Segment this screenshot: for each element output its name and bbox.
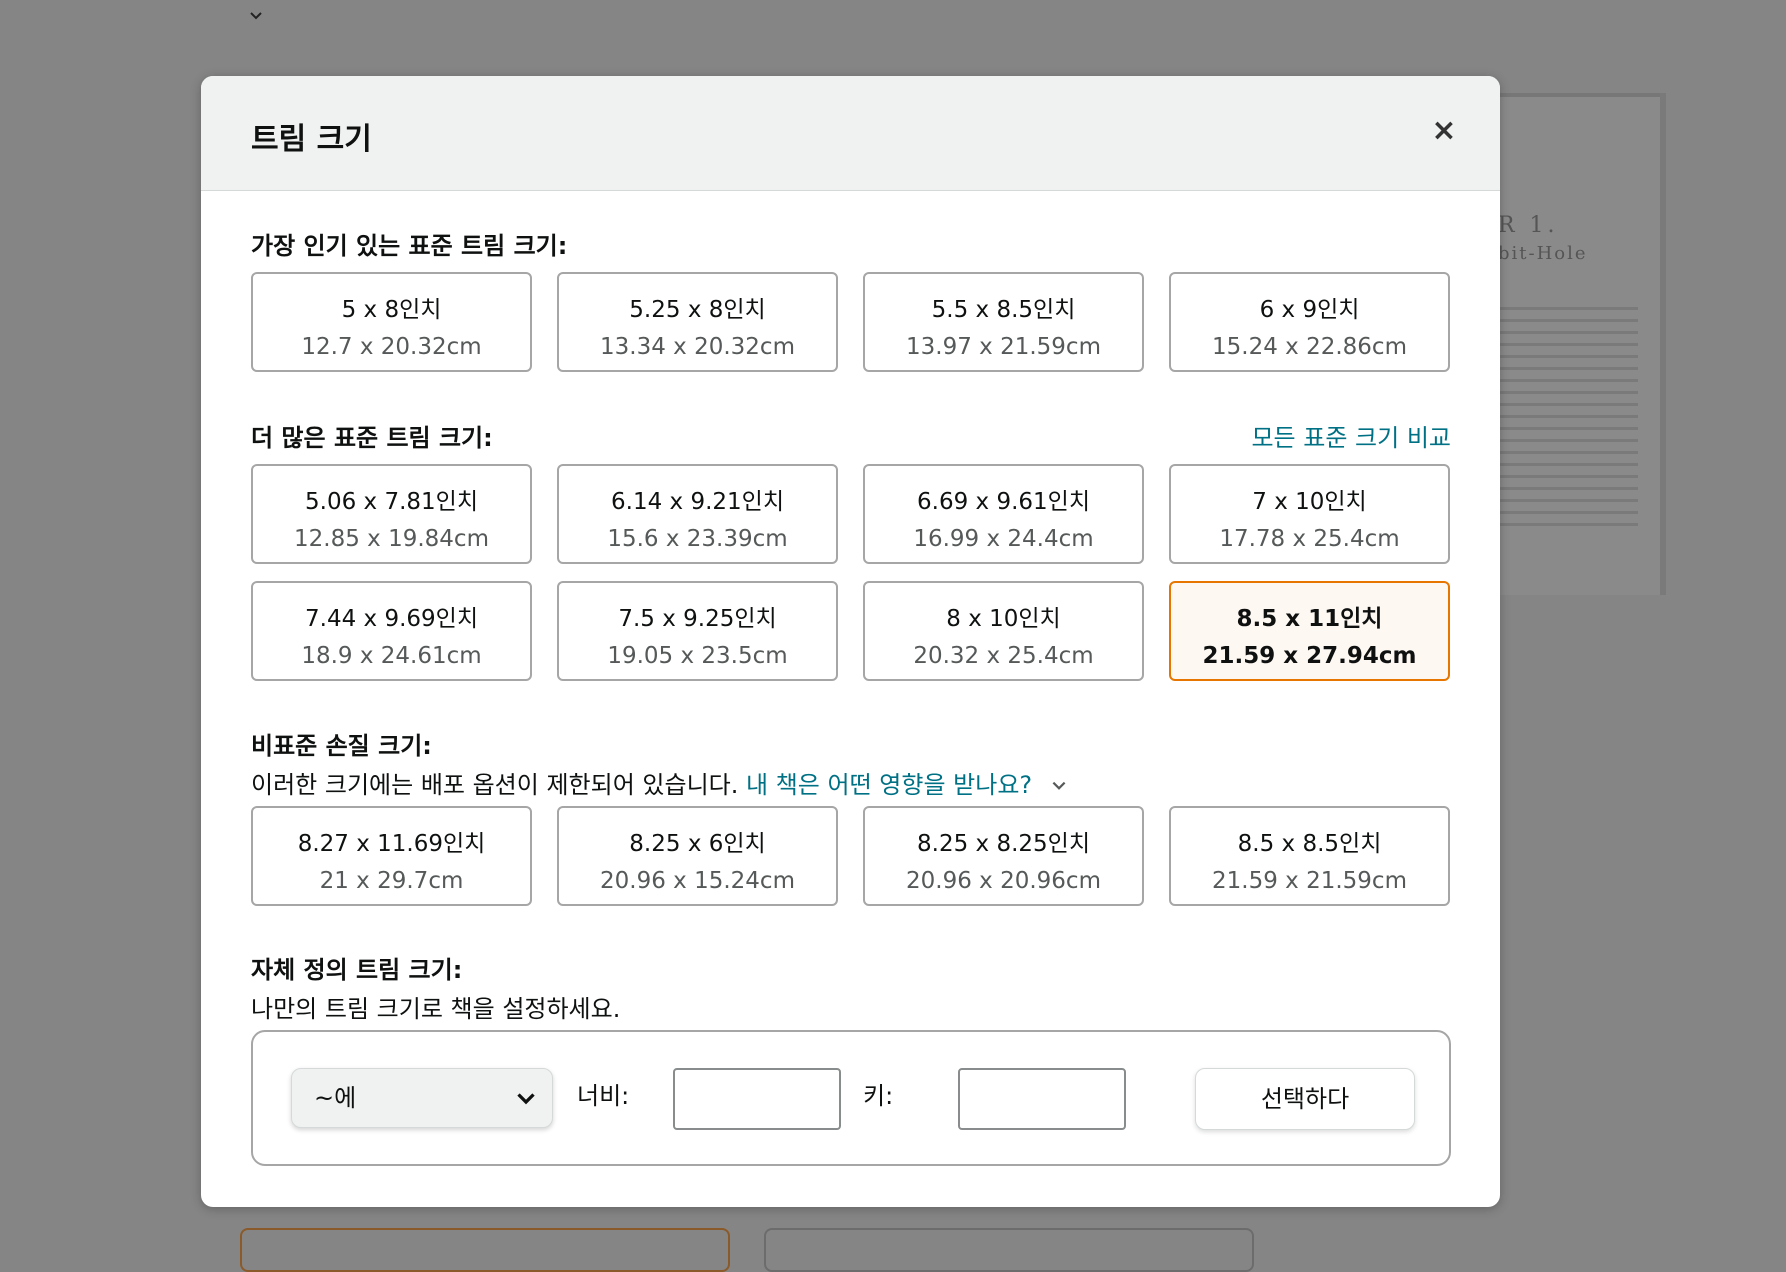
popular-grid: 5 x 8인치 12.7 x 20.32cm 5.25 x 8인치 13.34 x … (251, 272, 1450, 372)
size-cm: 15.24 x 22.86cm (1212, 334, 1407, 360)
book-text-lines (1498, 298, 1638, 535)
size-inches: 6.14 x 9.21인치 (611, 489, 784, 515)
popular-title: 가장 인기 있는 표준 트림 크기: (251, 232, 568, 260)
size-cm: 12.85 x 19.84cm (294, 526, 489, 552)
background-card (764, 1228, 1254, 1272)
trim-size-option[interactable]: 8 x 10인치 20.32 x 25.4cm (863, 581, 1144, 681)
book-preview: R 1. bit-Hole (1480, 93, 1666, 595)
trim-size-option[interactable]: 8.25 x 8.25인치 20.96 x 20.96cm (863, 806, 1144, 906)
size-cm: 20.96 x 20.96cm (906, 868, 1101, 894)
custom-description: 나만의 트림 크기로 책을 설정하세요. (251, 995, 621, 1023)
book-chapter-heading: R 1. (1498, 213, 1559, 238)
trim-size-option[interactable]: 5.5 x 8.5인치 13.97 x 21.59cm (863, 272, 1144, 372)
size-inches: 8.5 x 8.5인치 (1237, 831, 1382, 857)
size-inches: 7.44 x 9.69인치 (305, 606, 478, 632)
nonstandard-desc-text: 이러한 크기에는 배포 옵션이 제한되어 있습니다. (251, 771, 739, 799)
size-cm: 21.59 x 27.94cm (1202, 643, 1417, 669)
chevron-down-icon[interactable] (248, 8, 264, 24)
size-cm: 21.59 x 21.59cm (1212, 868, 1407, 894)
trim-size-option[interactable]: 7 x 10인치 17.78 x 25.4cm (1169, 464, 1450, 564)
trim-size-option[interactable]: 6.14 x 9.21인치 15.6 x 23.39cm (557, 464, 838, 564)
more-sizes-grid: 5.06 x 7.81인치 12.85 x 19.84cm 6.14 x 9.21… (251, 464, 1450, 681)
size-cm: 15.6 x 23.39cm (607, 526, 788, 552)
size-inches: 8.5 x 11인치 (1236, 606, 1383, 632)
modal-title: 트림 크기 (251, 122, 372, 157)
trim-size-option[interactable]: 5.25 x 8인치 13.34 x 20.32cm (557, 272, 838, 372)
custom-size-form: ~에 너비: 키: 선택하다 (251, 1030, 1451, 1166)
size-cm: 12.7 x 20.32cm (301, 334, 482, 360)
size-inches: 5 x 8인치 (341, 297, 442, 323)
close-icon[interactable]: × (1428, 116, 1460, 148)
nonstandard-description: 이러한 크기에는 배포 옵션이 제한되어 있습니다. 내 책은 어떤 영향을 받… (251, 765, 1451, 800)
size-inches: 8 x 10인치 (946, 606, 1061, 632)
custom-section: 자체 정의 트림 크기: 나만의 트림 크기로 책을 설정하세요. (251, 950, 1451, 1024)
size-inches: 5.25 x 8인치 (629, 297, 766, 323)
modal-header: 트림 크기 × (201, 76, 1500, 191)
size-cm: 18.9 x 24.61cm (301, 643, 482, 669)
chevron-down-icon[interactable] (1050, 777, 1068, 795)
trim-size-option[interactable]: 7.5 x 9.25인치 19.05 x 23.5cm (557, 581, 838, 681)
size-cm: 21 x 29.7cm (319, 868, 464, 894)
size-cm: 16.99 x 24.4cm (913, 526, 1094, 552)
nonstandard-title: 비표준 손질 크기: (251, 732, 432, 760)
trim-size-option[interactable]: 5.06 x 7.81인치 12.85 x 19.84cm (251, 464, 532, 564)
trim-size-option-selected[interactable]: 8.5 x 11인치 21.59 x 27.94cm (1169, 581, 1450, 681)
size-cm: 19.05 x 23.5cm (607, 643, 788, 669)
size-inches: 7.5 x 9.25인치 (618, 606, 777, 632)
size-inches: 6.69 x 9.61인치 (917, 489, 1090, 515)
trim-size-option[interactable]: 8.5 x 8.5인치 21.59 x 21.59cm (1169, 806, 1450, 906)
nonstandard-grid: 8.27 x 11.69인치 21 x 29.7cm 8.25 x 6인치 20.9… (251, 806, 1450, 906)
size-cm: 20.96 x 15.24cm (600, 868, 795, 894)
background-card-selected (240, 1228, 730, 1272)
size-inches: 6 x 9인치 (1259, 297, 1360, 323)
width-input[interactable] (673, 1068, 841, 1130)
book-chapter-subtitle: bit-Hole (1498, 243, 1588, 264)
size-cm: 17.78 x 25.4cm (1219, 526, 1400, 552)
height-label: 키: (863, 1082, 894, 1110)
size-cm: 13.97 x 21.59cm (906, 334, 1101, 360)
nonstandard-section: 비표준 손질 크기: 이러한 크기에는 배포 옵션이 제한되어 있습니다. 내 … (251, 726, 1451, 906)
select-button[interactable]: 선택하다 (1195, 1068, 1415, 1130)
popular-section: 가장 인기 있는 표준 트림 크기: 5 x 8인치 12.7 x 20.32cm… (251, 226, 1451, 372)
trim-size-option[interactable]: 5 x 8인치 12.7 x 20.32cm (251, 272, 532, 372)
trim-size-option[interactable]: 7.44 x 9.69인치 18.9 x 24.61cm (251, 581, 532, 681)
size-inches: 8.27 x 11.69인치 (297, 831, 486, 857)
more-sizes-section: 더 많은 표준 트림 크기: 모든 표준 크기 비교 5.06 x 7.81인치… (251, 418, 1451, 681)
size-cm: 13.34 x 20.32cm (600, 334, 795, 360)
width-label: 너비: (577, 1082, 630, 1110)
trim-size-option[interactable]: 8.27 x 11.69인치 21 x 29.7cm (251, 806, 532, 906)
chevron-down-icon (517, 1093, 535, 1105)
trim-size-option[interactable]: 6 x 9인치 15.24 x 22.86cm (1169, 272, 1450, 372)
compare-sizes-link[interactable]: 모든 표준 크기 비교 (1251, 418, 1451, 453)
impact-link[interactable]: 내 책은 어떤 영향을 받나요? (746, 771, 1032, 799)
custom-title: 자체 정의 트림 크기: (251, 956, 463, 984)
size-inches: 5.5 x 8.5인치 (931, 297, 1076, 323)
trim-size-option[interactable]: 6.69 x 9.61인치 16.99 x 24.4cm (863, 464, 1144, 564)
trim-size-modal: 트림 크기 × 가장 인기 있는 표준 트림 크기: 5 x 8인치 12.7 x… (201, 76, 1500, 1207)
unit-select[interactable]: ~에 (291, 1068, 553, 1128)
size-inches: 8.25 x 6인치 (629, 831, 766, 857)
size-cm: 20.32 x 25.4cm (913, 643, 1094, 669)
height-input[interactable] (958, 1068, 1126, 1130)
size-inches: 8.25 x 8.25인치 (917, 831, 1090, 857)
unit-select-value: ~에 (314, 1084, 357, 1112)
size-inches: 5.06 x 7.81인치 (305, 489, 478, 515)
trim-size-option[interactable]: 8.25 x 6인치 20.96 x 15.24cm (557, 806, 838, 906)
size-inches: 7 x 10인치 (1252, 489, 1367, 515)
